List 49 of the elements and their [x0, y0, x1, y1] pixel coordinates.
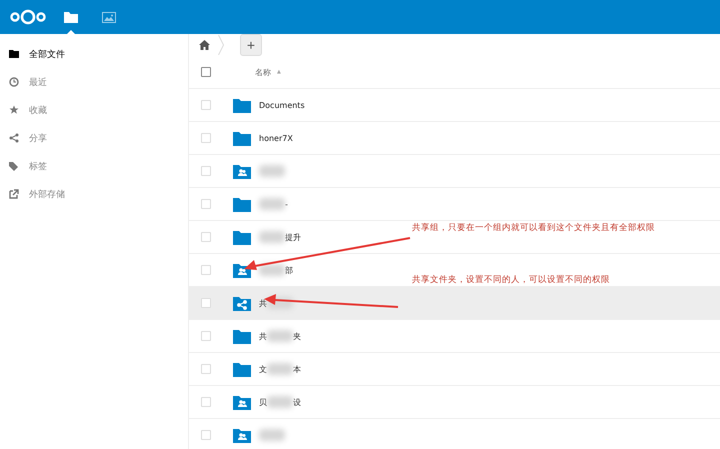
group-folder-icon: [233, 164, 251, 178]
sidebar-item[interactable]: 外部存储: [0, 180, 188, 208]
folder-icon: [9, 49, 19, 59]
image-icon: [102, 12, 116, 22]
tag-icon: [9, 161, 19, 171]
group-folder-icon: [233, 262, 251, 278]
folder-icon: [233, 362, 251, 376]
folder-icon: [233, 98, 251, 112]
row-checkbox[interactable]: [201, 232, 211, 242]
folder-icon: [233, 230, 251, 244]
row-checkbox[interactable]: [201, 364, 211, 374]
name-column-header[interactable]: 名称: [255, 66, 271, 78]
folder-icon: [64, 12, 78, 22]
file-name[interactable]: [259, 165, 285, 177]
folder-icon: [233, 328, 251, 344]
row-checkbox[interactable]: [201, 133, 211, 143]
star-icon: [9, 105, 19, 115]
folder-icon: [233, 130, 251, 146]
external-link-icon: [9, 189, 19, 199]
row-checkbox[interactable]: [201, 430, 211, 440]
file-name[interactable]: -: [259, 198, 288, 210]
sidebar-item[interactable]: 分享: [0, 124, 188, 152]
logo-icon: [10, 9, 46, 25]
row-checkbox[interactable]: [201, 265, 211, 275]
sidebar-item[interactable]: 标签: [0, 152, 188, 180]
group-folder-icon: [233, 428, 251, 442]
folder-icon: [233, 196, 251, 212]
file-name[interactable]: [259, 429, 285, 441]
select-all-checkbox[interactable]: [201, 67, 211, 77]
file-name[interactable]: Documents: [259, 100, 305, 110]
breadcrumb-separator-icon: [218, 35, 224, 55]
row-checkbox[interactable]: [201, 298, 211, 308]
row-checkbox[interactable]: [201, 166, 211, 176]
file-row[interactable]: 共: [189, 287, 720, 320]
annotation-text: 共享组，只要在一个组内就可以看到这个文件夹且有全部权限: [412, 224, 655, 233]
shared-folder-icon: [233, 296, 251, 310]
home-icon[interactable]: [199, 40, 210, 50]
group-folder-icon: [233, 394, 251, 410]
row-checkbox[interactable]: [201, 100, 211, 110]
clock-icon: [9, 77, 19, 87]
add-button[interactable]: +: [240, 34, 262, 56]
row-checkbox[interactable]: [201, 199, 211, 209]
sidebar-item[interactable]: 收藏: [0, 96, 188, 124]
file-name[interactable]: honer7X: [259, 134, 293, 142]
share-icon: [9, 133, 19, 143]
row-checkbox[interactable]: [201, 331, 211, 341]
annotation-text: 共享文件夹，设置不同的人，可以设置不同的权限: [412, 276, 610, 285]
row-checkbox[interactable]: [201, 397, 211, 407]
sidebar-item[interactable]: 最近: [0, 68, 188, 96]
